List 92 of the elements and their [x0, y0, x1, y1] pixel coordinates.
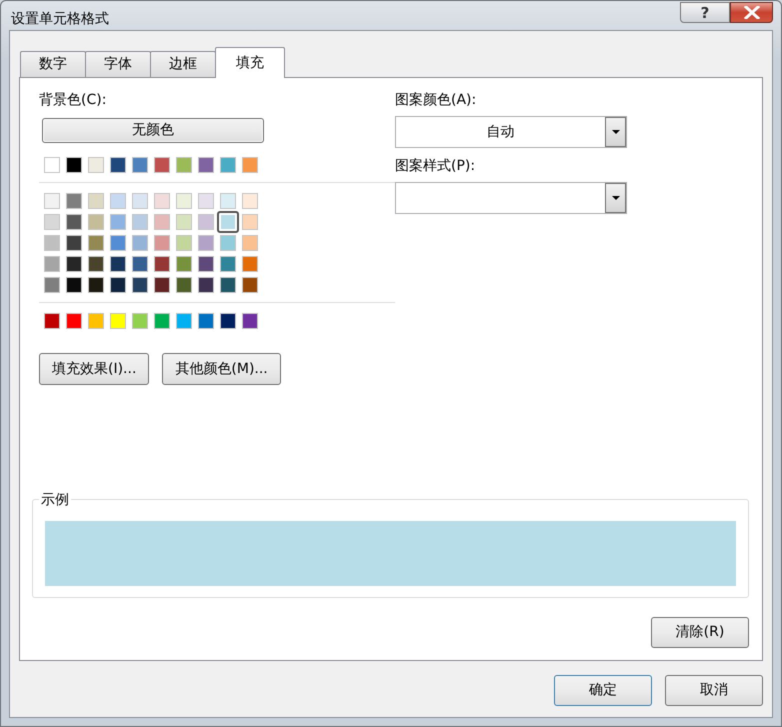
- color-swatch[interactable]: [176, 313, 192, 329]
- color-swatch[interactable]: [198, 214, 214, 230]
- color-swatch[interactable]: [176, 157, 192, 173]
- color-swatch[interactable]: [242, 277, 258, 293]
- help-button[interactable]: ?: [680, 2, 730, 23]
- color-swatch[interactable]: [132, 256, 148, 272]
- color-swatch[interactable]: [198, 235, 214, 251]
- color-swatch[interactable]: [242, 157, 258, 173]
- pattern-color-dropdown[interactable]: 自动: [395, 116, 627, 148]
- color-swatch[interactable]: [198, 157, 214, 173]
- color-swatch[interactable]: [110, 277, 126, 293]
- close-icon: [744, 6, 760, 19]
- color-swatch[interactable]: [242, 313, 258, 329]
- color-swatch[interactable]: [88, 313, 104, 329]
- color-swatch[interactable]: [154, 313, 170, 329]
- window-title: 设置单元格格式: [10, 10, 109, 29]
- color-swatch[interactable]: [110, 256, 126, 272]
- color-swatch[interactable]: [242, 214, 258, 230]
- caret-icon: [612, 196, 620, 200]
- color-swatch[interactable]: [132, 157, 148, 173]
- color-swatch[interactable]: [220, 193, 236, 209]
- tab[interactable]: 边框: [150, 51, 216, 77]
- color-swatch[interactable]: [242, 235, 258, 251]
- color-swatch[interactable]: [217, 211, 239, 233]
- pattern-style-label: 图案样式(P):: [395, 157, 476, 176]
- color-swatch[interactable]: [176, 235, 192, 251]
- dropdown-arrow-button[interactable]: [605, 117, 626, 147]
- color-swatch[interactable]: [110, 313, 126, 329]
- color-swatch[interactable]: [44, 313, 60, 329]
- color-swatch[interactable]: [132, 313, 148, 329]
- color-swatch[interactable]: [176, 214, 192, 230]
- color-swatch[interactable]: [66, 313, 82, 329]
- color-swatch[interactable]: [198, 277, 214, 293]
- caret-icon: [612, 130, 620, 134]
- color-swatch[interactable]: [242, 256, 258, 272]
- color-swatch[interactable]: [176, 277, 192, 293]
- color-swatch[interactable]: [198, 193, 214, 209]
- color-swatch[interactable]: [220, 235, 236, 251]
- color-swatch[interactable]: [44, 214, 60, 230]
- tab[interactable]: 字体: [85, 51, 151, 77]
- color-swatch[interactable]: [176, 256, 192, 272]
- color-swatch[interactable]: [198, 256, 214, 272]
- color-swatch[interactable]: [220, 277, 236, 293]
- color-swatch[interactable]: [44, 157, 60, 173]
- color-swatch[interactable]: [66, 277, 82, 293]
- color-option-button[interactable]: 填充效果(I)...: [39, 353, 150, 385]
- color-swatch[interactable]: [88, 157, 104, 173]
- color-swatch[interactable]: [88, 277, 104, 293]
- color-swatch[interactable]: [110, 235, 126, 251]
- color-swatch[interactable]: [198, 313, 214, 329]
- color-swatch[interactable]: [44, 277, 60, 293]
- color-swatch[interactable]: [88, 235, 104, 251]
- color-swatch[interactable]: [176, 193, 192, 209]
- tab[interactable]: 填充: [215, 47, 285, 78]
- color-swatch[interactable]: [66, 157, 82, 173]
- color-swatch[interactable]: [110, 193, 126, 209]
- color-swatch[interactable]: [154, 157, 170, 173]
- no-color-button[interactable]: 无颜色: [42, 118, 264, 143]
- color-swatch[interactable]: [66, 235, 82, 251]
- tab[interactable]: 数字: [20, 51, 86, 77]
- color-option-button[interactable]: 其他颜色(M)...: [162, 353, 281, 385]
- color-swatch[interactable]: [66, 193, 82, 209]
- color-swatch[interactable]: [154, 277, 170, 293]
- color-swatch[interactable]: [44, 193, 60, 209]
- color-swatch[interactable]: [132, 193, 148, 209]
- color-swatch[interactable]: [154, 235, 170, 251]
- color-swatch[interactable]: [132, 214, 148, 230]
- color-swatch[interactable]: [66, 256, 82, 272]
- color-swatch[interactable]: [154, 193, 170, 209]
- dropdown-arrow-button[interactable]: [605, 183, 626, 213]
- ok-button[interactable]: 确定: [554, 675, 652, 706]
- color-swatch[interactable]: [110, 157, 126, 173]
- color-swatch[interactable]: [88, 193, 104, 209]
- color-swatch[interactable]: [154, 256, 170, 272]
- close-button[interactable]: [730, 2, 773, 23]
- color-swatch[interactable]: [220, 157, 236, 173]
- color-swatch[interactable]: [88, 214, 104, 230]
- color-swatch[interactable]: [132, 235, 148, 251]
- pattern-color-label: 图案颜色(A):: [395, 91, 478, 110]
- color-swatch[interactable]: [220, 256, 236, 272]
- color-swatch[interactable]: [66, 214, 82, 230]
- color-swatch[interactable]: [44, 235, 60, 251]
- color-swatch[interactable]: [110, 214, 126, 230]
- color-swatch[interactable]: [132, 277, 148, 293]
- color-swatch[interactable]: [88, 256, 104, 272]
- clear-button[interactable]: 清除(R): [651, 617, 749, 648]
- color-swatch[interactable]: [220, 313, 236, 329]
- color-swatch[interactable]: [242, 193, 258, 209]
- cancel-button[interactable]: 取消: [665, 675, 763, 706]
- color-swatch[interactable]: [44, 256, 60, 272]
- color-swatch[interactable]: [154, 214, 170, 230]
- background-color-label: 背景色(C):: [39, 91, 108, 110]
